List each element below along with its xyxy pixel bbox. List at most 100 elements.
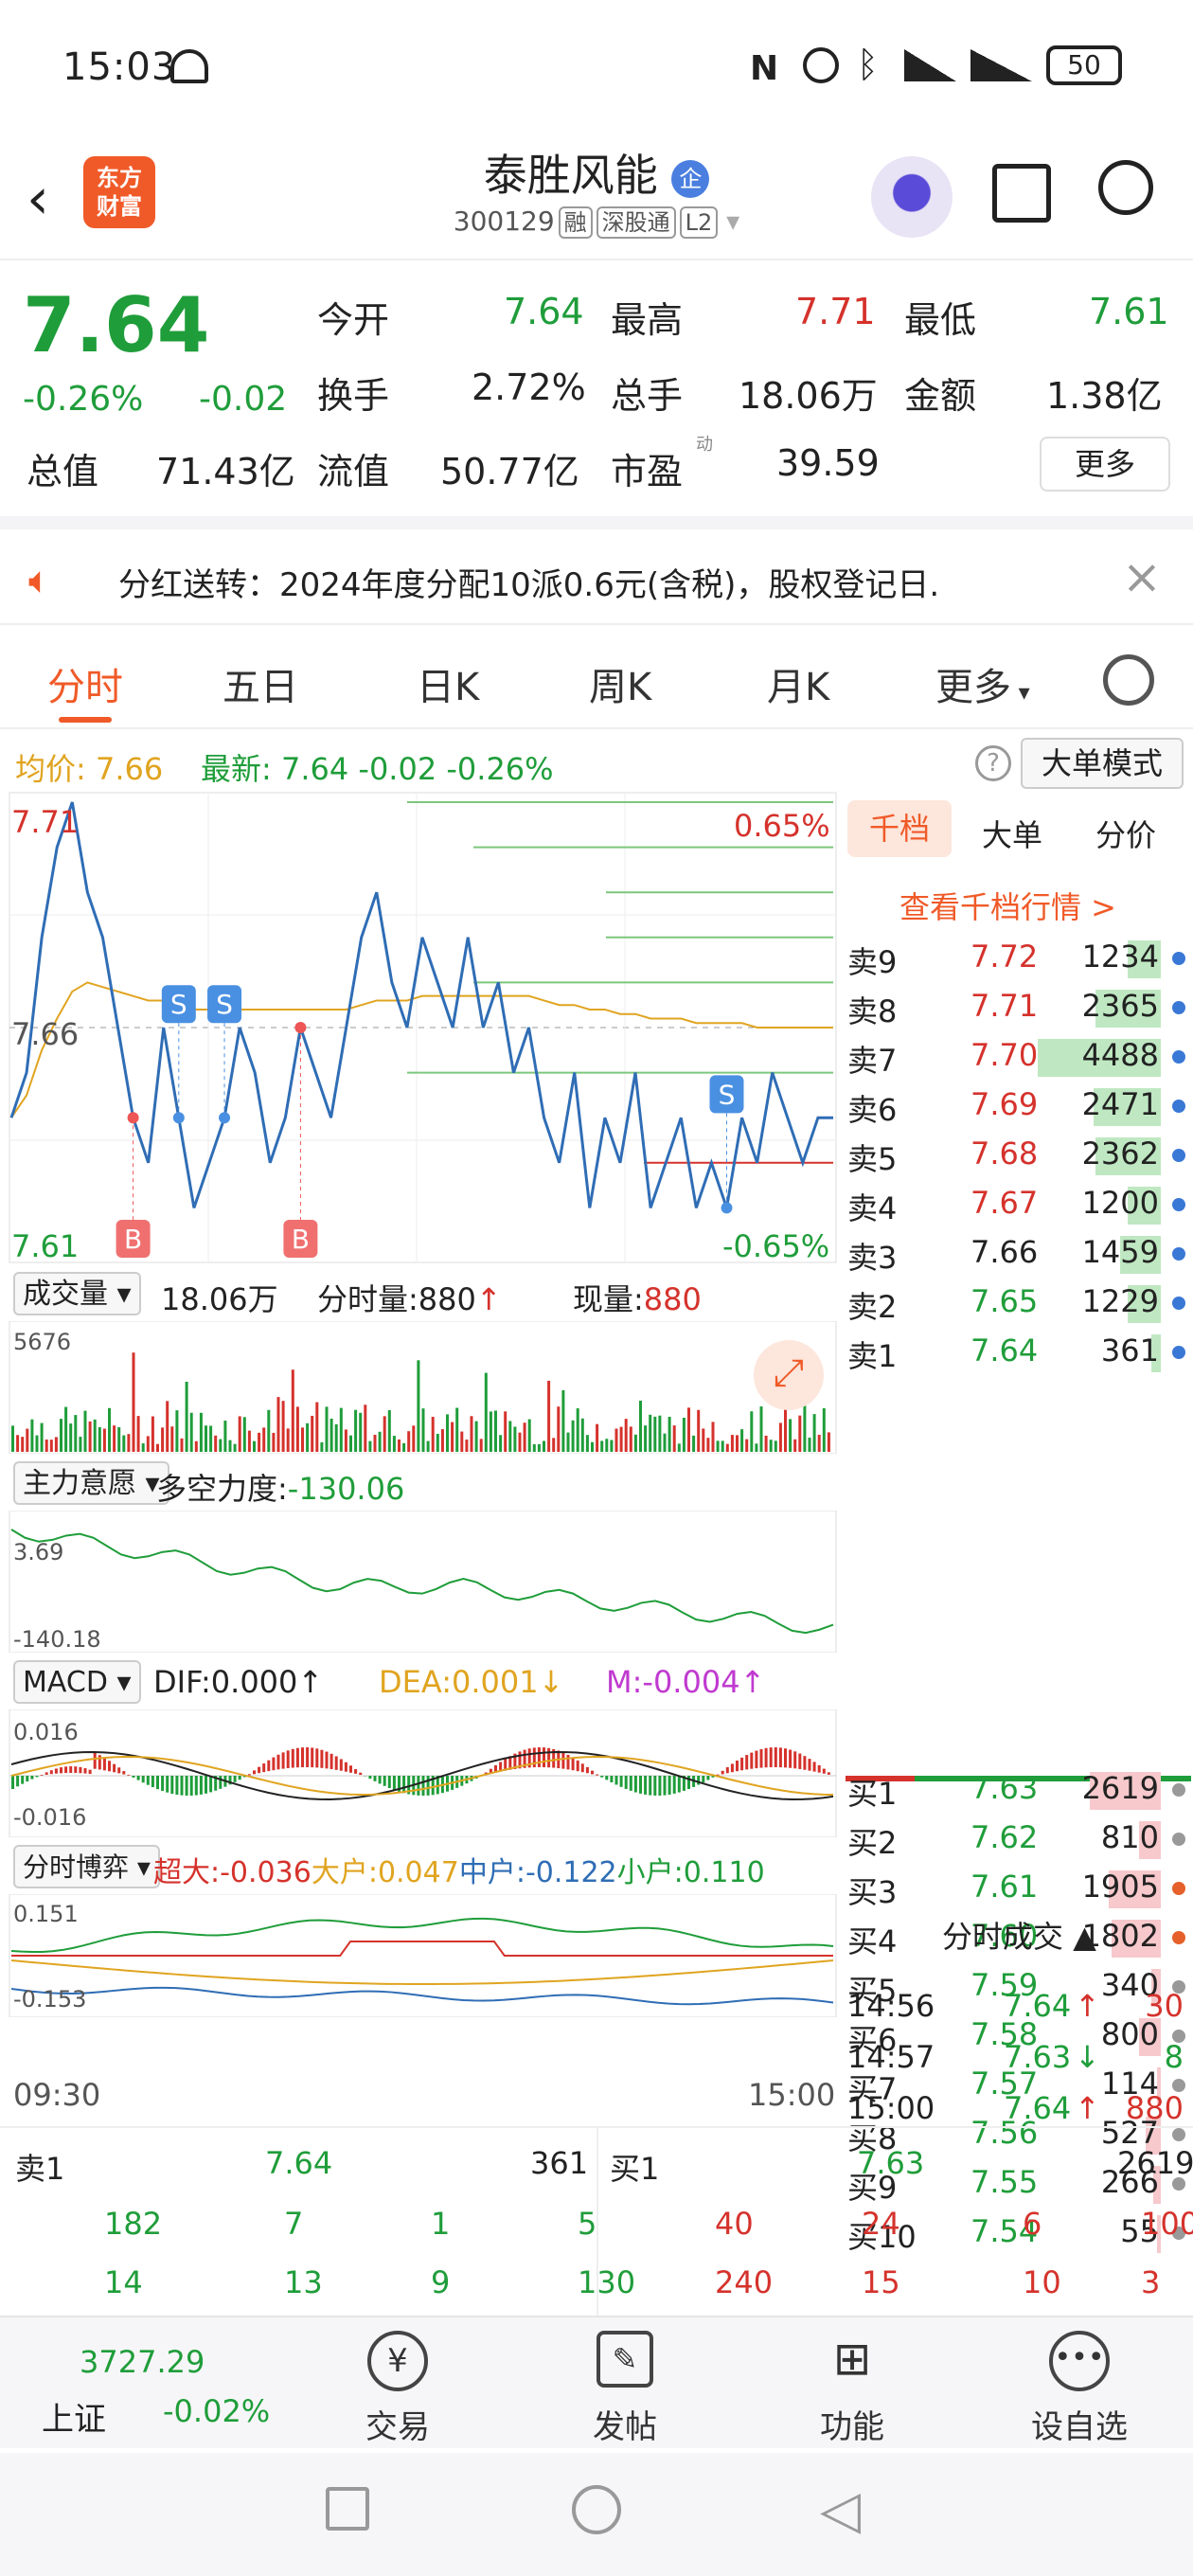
macd-bar [585,1766,589,1774]
bid-row[interactable]: 买2 7.62 810 [838,1816,1193,1865]
index-ticker[interactable]: 3727.29 上证 -0.02% [0,2317,312,2450]
amount-label: 金额 [904,375,977,417]
bid-row[interactable]: 买3 7.61 1905 [838,1865,1193,1914]
ask-row[interactable]: 卖5 7.68 2362 [838,1132,1193,1181]
tab-price-dist[interactable]: 分价 [1095,812,1156,855]
nav-function[interactable]: ⊞ 功能 [786,2317,918,2450]
macd-bar [769,1747,773,1768]
macd-bar [108,1761,111,1772]
share-icon[interactable] [992,164,1051,223]
tab-month-k[interactable]: 月K [767,656,829,711]
main-force-selector[interactable]: 主力意愿 ▾ [13,1461,169,1505]
level-label: 卖4 [847,1190,898,1226]
ask-row[interactable]: 卖4 7.67 1200 [838,1181,1193,1230]
battery-icon: 50 [1046,45,1122,85]
ask-row[interactable]: 卖9 7.72 1234 [838,935,1193,984]
volume-bar [537,1443,541,1452]
order-book: 千档 大单 分价 查看千档行情 > 卖9 7.72 1234 卖8 7.71 2365 卖7… [838,791,1193,2255]
nav-add-favorite[interactable]: ••• 设自选 [1013,2317,1146,2450]
volume-bar [527,1419,531,1452]
high-label: 最高 [611,299,684,341]
back-nav-icon[interactable]: ◁ [820,2479,861,2541]
tab-day-k[interactable]: 日K [417,656,479,711]
signal2-icon [970,49,1032,81]
search-icon[interactable] [1098,160,1153,215]
tab-more[interactable]: 更多 ▾ [935,656,1030,711]
more-button[interactable]: 更多 [1040,437,1170,492]
volume-bar [436,1433,439,1452]
volume-bar [354,1409,358,1452]
recent-apps-icon[interactable] [326,2487,369,2531]
volume-bar [561,1389,565,1452]
volume-selector[interactable]: 成交量 ▾ [13,1272,141,1315]
sell-queue-cell: 182 [104,2206,163,2242]
notice-text: 分红送转：2024年度分配10派0.6元(含税)，股权登记日. [118,566,940,604]
price-chart[interactable]: S SB BS [0,791,838,1264]
volume-bar [591,1441,594,1452]
quote-panel: 7.64 -0.26% -0.02 今开 7.64 最高 7.71 最低 7.6… [0,260,1193,511]
robot-assistant-icon[interactable] [871,156,953,238]
big-order-mode-button[interactable]: 大单模式 [1021,738,1184,789]
bluetooth-icon: ᛒ [857,44,879,85]
expand-icon[interactable]: ⤢ [754,1340,824,1410]
volume-bar [281,1401,285,1452]
nav-trade[interactable]: ¥ 交易 [331,2317,464,2450]
ask-row[interactable]: 卖1 7.64 361 [838,1329,1193,1378]
macd-bar [329,1753,333,1770]
volume-bar [407,1431,411,1452]
macd-selector[interactable]: MACD ▾ [13,1660,141,1704]
volume-bar [83,1410,87,1452]
volume-bar [98,1426,101,1452]
volume-bar [431,1417,435,1452]
y-low-label: 7.61 [11,1228,80,1264]
intraday-chart-area[interactable]: SSBBS 7.71 7.66 7.61 0.65% -0.65% 成交量 ▾ … [0,791,838,2117]
ask-row[interactable]: 卖8 7.71 2365 [838,984,1193,1033]
game-selector[interactable]: 分时博弈 ▾ [13,1845,160,1888]
volume-bar [759,1406,763,1452]
ask-row[interactable]: 卖2 7.65 1229 [838,1279,1193,1329]
change-abs: -0.02 [199,380,288,419]
macd-bar [639,1776,642,1794]
settings-icon[interactable] [1103,654,1154,706]
tab-thousand[interactable]: 千档 [847,800,952,857]
sell-queue-cell: 9 [431,2264,451,2300]
volume-bar [730,1435,734,1452]
close-icon[interactable]: × [1122,549,1162,604]
tab-5day[interactable]: 五日 [223,656,298,711]
help-icon[interactable]: ? [975,745,1011,781]
tab-big-order[interactable]: 大单 [982,812,1042,855]
volume-bar [378,1431,382,1452]
volume-bar [571,1420,575,1452]
ask-row[interactable]: 卖7 7.70 4488 [838,1033,1193,1082]
ask-row[interactable]: 卖6 7.69 2471 [838,1082,1193,1132]
nav-post[interactable]: ✎ 发帖 [559,2317,691,2450]
tab-intraday[interactable]: 分时 [47,656,123,711]
volume-bar [702,1428,705,1452]
volume-bar [136,1416,140,1452]
volume-bar [132,1352,135,1452]
bid-row[interactable]: 买1 7.63 2619 [838,1766,1193,1816]
sell1-price: 7.64 [265,2145,333,2181]
volume-bar [272,1432,276,1452]
game-header: 分时博弈 ▾ 超大:-0.036大户:0.047中户:-0.122小户:0.11… [0,1837,838,1894]
volume-bar [812,1414,816,1452]
macd-bar [672,1776,676,1794]
macd-bar [624,1776,628,1789]
dividend-notice[interactable]: 🔈︎ 分红送转：2024年度分配10派0.6元(含税)，股权登记日. × [0,530,1193,625]
sell-queue-cell: 13 [284,2264,323,2300]
volume-bar [465,1440,469,1452]
volume-bar [102,1428,106,1452]
big-line [10,1959,834,1985]
thousand-link[interactable]: 查看千档行情 > [899,884,1116,927]
level-dot [1172,1783,1185,1797]
ask-row[interactable]: 卖3 7.66 1459 [838,1230,1193,1279]
trades-title[interactable]: 分时成交 ▲ [942,1913,1096,1957]
main-force-header: 主力意愿 ▾ 多空力度:-130.06 [0,1454,838,1511]
tab-week-k[interactable]: 周K [589,656,651,711]
home-icon[interactable] [572,2485,621,2534]
macd-bar [122,1771,126,1775]
sell-marker-label: S [170,989,187,1020]
macd-bar [306,1747,310,1768]
volume-bar [774,1440,777,1452]
level-dot [1172,1346,1185,1359]
